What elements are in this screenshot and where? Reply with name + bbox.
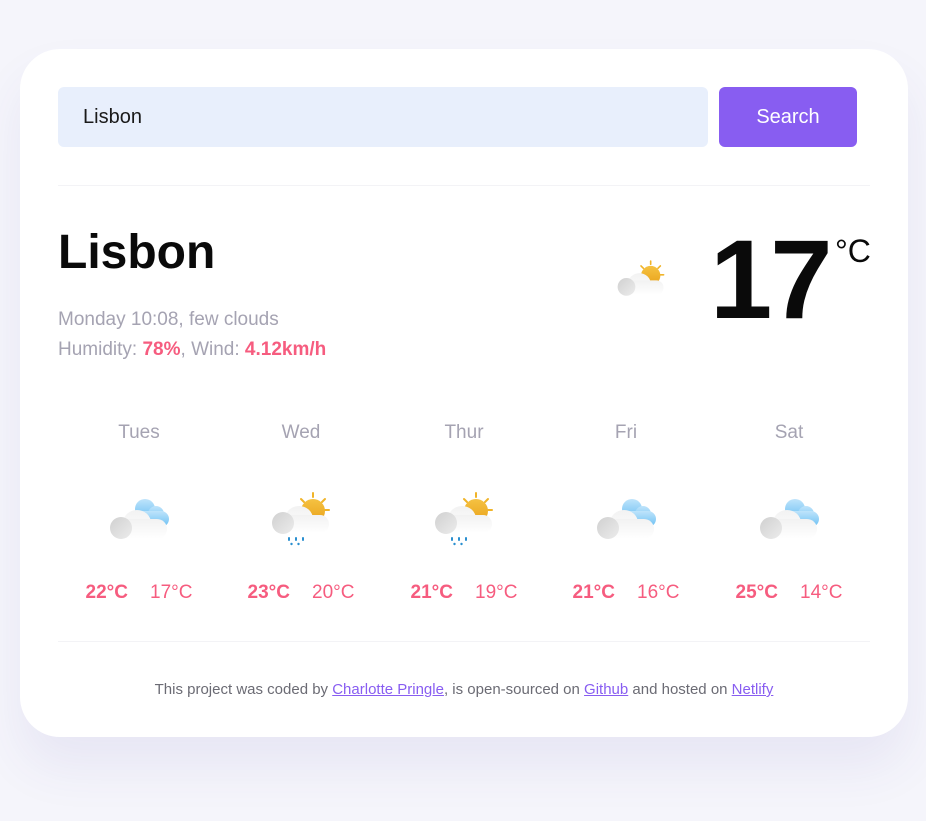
forecast-day: Thur 21°C 19°C	[383, 419, 545, 609]
search-button[interactable]: Search	[719, 87, 857, 147]
forecast: Tues 22°C 17°C Wed 23°C 20°C Thur 21°C 19°C…	[58, 419, 870, 609]
forecast-min-temp: 14°C	[800, 582, 843, 603]
rain-sun-icon	[265, 487, 337, 549]
forecast-day: Tues 22°C 17°C	[58, 419, 220, 609]
top-divider	[58, 185, 870, 186]
netlify-link[interactable]: Netlify	[732, 681, 774, 698]
date-description-line: Monday 10:08, few clouds	[58, 309, 279, 330]
current-details: Monday 10:08, few clouds Humidity: 78%, …	[58, 305, 326, 365]
forecast-max-temp: 25°C	[735, 582, 778, 603]
scattered-clouds-icon	[753, 487, 825, 549]
weather-card: Search Lisbon Monday 10:08, few clouds H…	[20, 49, 908, 737]
forecast-max-temp: 22°C	[85, 582, 128, 603]
github-link[interactable]: Github	[584, 681, 628, 698]
forecast-min-temp: 16°C	[637, 582, 680, 603]
forecast-min-temp: 19°C	[475, 582, 518, 603]
footer-text: , is open-sourced on	[443, 681, 585, 698]
scattered-clouds-icon	[590, 487, 662, 549]
forecast-max-temp: 21°C	[410, 582, 453, 603]
search-form: Search	[58, 87, 858, 147]
forecast-min-temp: 17°C	[150, 582, 193, 603]
forecast-temps: 21°C 16°C	[545, 579, 707, 607]
weather-description: few clouds	[188, 309, 279, 330]
footer: This project was coded by Charlotte Prin…	[20, 679, 908, 701]
forecast-day-name: Sat	[774, 422, 804, 443]
forecast-day: Fri 21°C 16°C	[545, 419, 707, 609]
scattered-clouds-icon	[103, 487, 175, 549]
forecast-day: Wed 23°C 20°C	[220, 419, 382, 609]
footer-text: and hosted on	[628, 681, 732, 698]
forecast-day-name: Tues	[118, 422, 160, 443]
bottom-divider	[58, 641, 870, 642]
rain-sun-icon	[428, 487, 500, 549]
humidity-label: Humidity:	[58, 339, 138, 360]
current-datetime: Monday 10:08	[58, 309, 179, 330]
current-temperature: 17	[710, 217, 833, 342]
footer-text: This project was coded by	[154, 681, 333, 698]
forecast-max-temp: 23°C	[247, 582, 290, 603]
forecast-day-name: Wed	[281, 422, 321, 443]
few-clouds-icon	[606, 253, 676, 303]
forecast-day: Sat 25°C 14°C	[708, 419, 870, 609]
forecast-temps: 22°C 17°C	[58, 579, 220, 607]
forecast-temps: 21°C 19°C	[383, 579, 545, 607]
wind-label: Wind:	[191, 339, 240, 360]
city-name: Lisbon	[58, 226, 216, 279]
forecast-max-temp: 21°C	[572, 582, 615, 603]
temperature-unit: °C	[835, 233, 871, 269]
author-link[interactable]: Charlotte Pringle	[332, 681, 444, 698]
forecast-temps: 23°C 20°C	[220, 579, 382, 607]
city-search-input[interactable]	[58, 87, 708, 147]
forecast-day-name: Fri	[614, 422, 638, 443]
forecast-min-temp: 20°C	[312, 582, 355, 603]
humidity-wind-line: Humidity: 78%, Wind: 4.12km/h	[58, 339, 327, 360]
forecast-temps: 25°C 14°C	[708, 579, 870, 607]
humidity-value: 78%	[142, 339, 181, 360]
wind-value: 4.12km/h	[244, 339, 327, 360]
forecast-day-name: Thur	[444, 422, 484, 443]
